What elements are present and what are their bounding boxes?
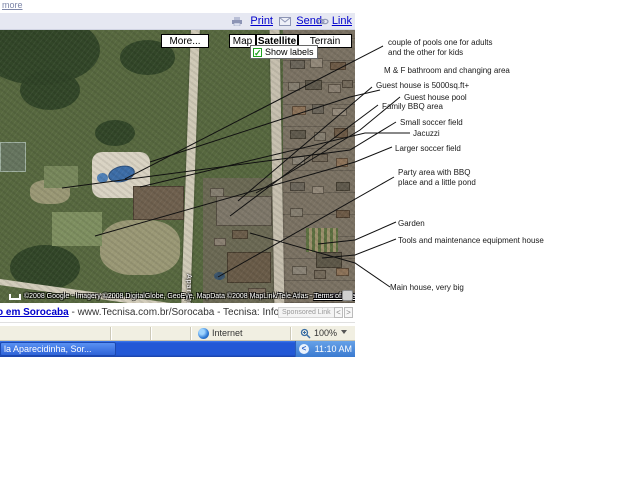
taskbar-window-button[interactable]: la Aparecidinha, Sor... [0,342,116,356]
sponsored-link-badge: Sponsored Link [278,307,335,318]
annotation-label: Jacuzzi [413,129,440,139]
annotation-label: Small soccer field [400,118,463,128]
map-corner-icon[interactable] [342,290,353,301]
tray-clock: 11:10 AM [315,344,352,354]
more-link[interactable]: more [2,0,23,10]
copyright-text: ©2008 Google - Imagery ©2008 DigitalGlob… [24,293,314,300]
printer-icon [231,17,243,26]
annotation-label: Main house, very big [390,283,464,293]
sponsored-link-bar: o em Sorocaba - www.Tecnisa.com.br/Soroc… [0,305,355,323]
annotation-label: M & F bathroom and changing area [384,66,510,76]
internet-zone-globe-icon [198,328,209,339]
zoom-magnifier-icon [300,328,311,339]
statusbar-separator [290,327,291,340]
statusbar-separator [190,327,191,340]
internet-zone-label: Internet [212,328,243,338]
show-labels-checkbox[interactable]: ✓Show labels [250,45,318,59]
annotation-label: Party area with BBQ place and a little p… [398,168,476,188]
satellite-texture [0,30,355,303]
sponsored-next-button[interactable]: > [344,307,353,318]
satellite-map[interactable]: Aparecidinha More...MapSatelliteTerrain … [0,30,355,303]
sponsored-prev-button[interactable]: < [334,307,343,318]
system-tray: < 11:10 AM [295,341,355,357]
statusbar-separator [110,327,111,340]
chain-link-icon [317,17,329,26]
annotation-label: Garden [398,219,425,229]
envelope-icon [279,17,291,26]
statusbar-separator [150,327,151,340]
scale-bar [9,294,21,300]
checkbox-check-icon: ✓ [253,48,262,57]
print-link[interactable]: Print [250,15,273,27]
annotation-label: Family BBQ area [382,102,443,112]
zoom-dropdown-caret[interactable] [341,330,347,334]
map-actions-bar: Print Send Link [0,13,355,30]
browser-capture: more Print Send Link [0,0,355,358]
top-strip: more [0,0,355,13]
ie-status-bar: Internet 100% [0,324,355,341]
link-link[interactable]: Link [332,15,352,27]
annotation-label: Tools and maintenance equipment house [398,236,544,246]
xp-taskbar: la Aparecidinha, Sor... < 11:10 AM [0,341,355,357]
map-copyright: ©2008 Google - Imagery ©2008 DigitalGlob… [24,293,355,300]
zoom-level-label[interactable]: 100% [314,328,337,338]
annotation-label: couple of pools one for adults and the o… [388,38,493,58]
map-button-more[interactable]: More... [161,34,209,48]
sponsored-ad-link[interactable]: o em Sorocaba [0,307,69,318]
tray-collapse-chevron-icon[interactable]: < [299,344,309,354]
screenshot-canvas: more Print Send Link [0,0,640,480]
annotation-label: Guest house is 5000sq.ft+ [376,81,469,91]
annotation-label: Larger soccer field [395,144,461,154]
show-labels-label: Show labels [265,47,314,57]
